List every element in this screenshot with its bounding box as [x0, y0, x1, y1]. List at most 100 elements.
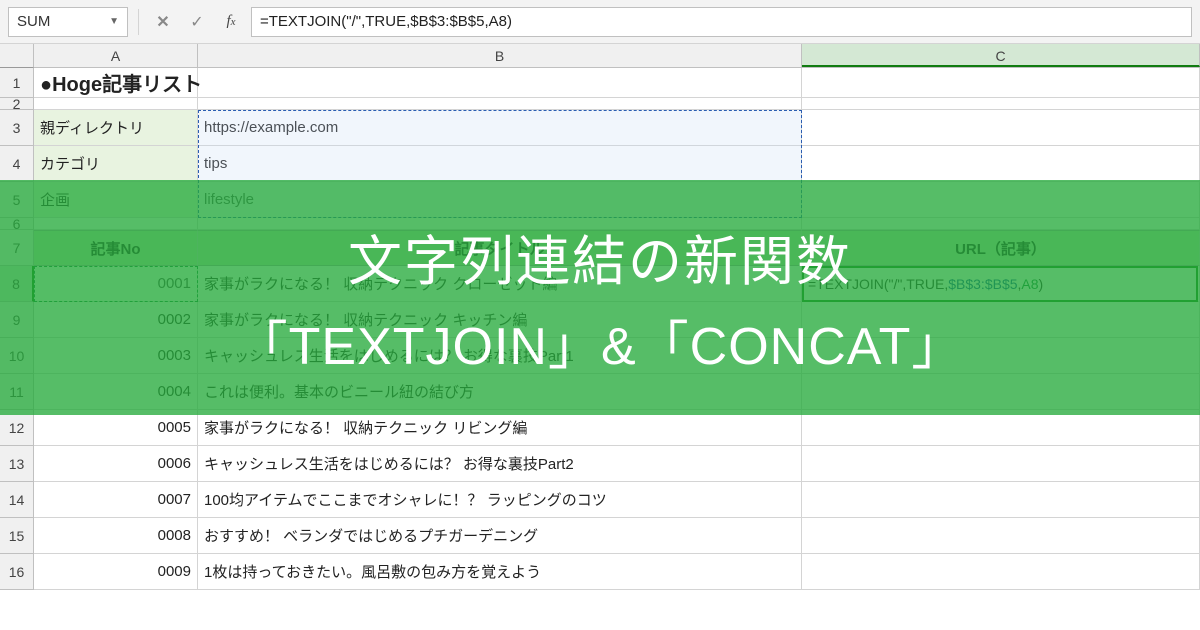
table-row: 9 0002 家事がラクになる！ 収納テクニック キッチン編: [0, 302, 1200, 338]
table-row: 14 0007 100均アイテムでここまでオシャレに！？ ラッピングのコツ: [0, 482, 1200, 518]
cell[interactable]: 家事がラクになる！ 収納テクニック キッチン編: [198, 302, 802, 338]
cell[interactable]: [802, 146, 1200, 182]
cell[interactable]: [802, 374, 1200, 410]
spreadsheet: A B C 1 ●Hoge記事リスト 2 3 親ディレクトリ https://e…: [0, 44, 1200, 590]
cell[interactable]: [802, 98, 1200, 110]
cell[interactable]: [198, 218, 802, 230]
divider: [138, 9, 139, 35]
row-header[interactable]: 9: [0, 302, 34, 338]
cell[interactable]: [802, 182, 1200, 218]
title-text: ●Hoge記事リスト: [40, 68, 202, 97]
cell[interactable]: キャッシュレス生活をはじめるには？ お得な裏技Part1: [198, 338, 802, 374]
row-header[interactable]: 5: [0, 182, 34, 218]
cell[interactable]: https://example.com: [198, 110, 802, 146]
table-row: 2: [0, 98, 1200, 110]
cell[interactable]: lifestyle: [198, 182, 802, 218]
active-cell[interactable]: =TEXTJOIN("/",TRUE,$B$3:$B$5,A8): [802, 266, 1200, 302]
cancel-button[interactable]: ✕: [149, 8, 177, 36]
cell[interactable]: [198, 98, 802, 110]
formula-ref: A8: [1021, 276, 1038, 292]
table-row: 1 ●Hoge記事リスト: [0, 68, 1200, 98]
row-header[interactable]: 10: [0, 338, 34, 374]
table-row: 3 親ディレクトリ https://example.com: [0, 110, 1200, 146]
table-row: 11 0004 これは便利。基本のビニール紐の結び方: [0, 374, 1200, 410]
formula-input[interactable]: =TEXTJOIN("/",TRUE,$B$3:$B$5,A8): [251, 7, 1192, 37]
row-header[interactable]: 16: [0, 554, 34, 590]
select-all-corner[interactable]: [0, 44, 34, 68]
cell[interactable]: 1枚は持っておきたい。風呂敷の包み方を覚えよう: [198, 554, 802, 590]
table-row: 8 0001 家事がラクになる！ 収納テクニック クローゼット編 =TEXTJO…: [0, 266, 1200, 302]
row-header[interactable]: 8: [0, 266, 34, 302]
cell[interactable]: おすすめ！ ベランダではじめるプチガーデニング: [198, 518, 802, 554]
cell[interactable]: 100均アイテムでここまでオシャレに！？ ラッピングのコツ: [198, 482, 802, 518]
table-row: 12 0005 家事がラクになる！ 収納テクニック リビング編: [0, 410, 1200, 446]
cell[interactable]: [34, 218, 198, 230]
cell[interactable]: 0008: [34, 518, 198, 554]
cell[interactable]: カテゴリ: [34, 146, 198, 182]
row-header[interactable]: 13: [0, 446, 34, 482]
cell[interactable]: 記事No: [34, 230, 198, 266]
table-row: 5 企画 lifestyle: [0, 182, 1200, 218]
cell[interactable]: 0004: [34, 374, 198, 410]
row-header[interactable]: 15: [0, 518, 34, 554]
row-header[interactable]: 4: [0, 146, 34, 182]
cell[interactable]: [802, 410, 1200, 446]
table-row: 16 0009 1枚は持っておきたい。風呂敷の包み方を覚えよう: [0, 554, 1200, 590]
cell[interactable]: 親ディレクトリ: [34, 110, 198, 146]
row-header[interactable]: 14: [0, 482, 34, 518]
table-row: 13 0006 キャッシュレス生活をはじめるには？ お得な裏技Part2: [0, 446, 1200, 482]
formula-part: ): [1039, 276, 1044, 292]
cell[interactable]: [802, 110, 1200, 146]
formula-text: =TEXTJOIN("/",TRUE,$B$3:$B$5,A8): [260, 13, 512, 30]
row-header[interactable]: 2: [0, 98, 34, 110]
cell[interactable]: [802, 338, 1200, 374]
col-header-c[interactable]: C: [802, 44, 1200, 67]
cell[interactable]: 0003: [34, 338, 198, 374]
cell[interactable]: [802, 218, 1200, 230]
cell[interactable]: 0005: [34, 410, 198, 446]
confirm-button[interactable]: ✓: [183, 8, 211, 36]
name-box-dropdown-icon[interactable]: ▼: [109, 16, 119, 27]
cell[interactable]: キャッシュレス生活をはじめるには？ お得な裏技Part2: [198, 446, 802, 482]
col-header-a[interactable]: A: [34, 44, 198, 67]
name-box[interactable]: SUM ▼: [8, 7, 128, 37]
cell[interactable]: 家事がラクになる！ 収納テクニック リビング編: [198, 410, 802, 446]
name-box-value: SUM: [17, 13, 109, 30]
cell[interactable]: 家事がラクになる！ 収納テクニック クローゼット編: [198, 266, 802, 302]
table-row: 7 記事No 記事タイトル URL（記事）: [0, 230, 1200, 266]
col-header-b[interactable]: B: [198, 44, 802, 67]
cell[interactable]: 0002: [34, 302, 198, 338]
cell[interactable]: tips: [198, 146, 802, 182]
cell[interactable]: [802, 446, 1200, 482]
cell[interactable]: [802, 302, 1200, 338]
cell[interactable]: [802, 482, 1200, 518]
table-row: 4 カテゴリ tips: [0, 146, 1200, 182]
row-header[interactable]: 1: [0, 68, 34, 98]
cell[interactable]: これは便利。基本のビニール紐の結び方: [198, 374, 802, 410]
fx-button[interactable]: fx: [217, 8, 245, 36]
cell[interactable]: [34, 98, 198, 110]
cell[interactable]: 0009: [34, 554, 198, 590]
cell[interactable]: ●Hoge記事リスト: [34, 68, 198, 98]
cell[interactable]: [802, 68, 1200, 98]
cell[interactable]: URL（記事）: [802, 230, 1200, 266]
row-header[interactable]: 11: [0, 374, 34, 410]
table-row: 6: [0, 218, 1200, 230]
row-header[interactable]: 12: [0, 410, 34, 446]
row-header[interactable]: 3: [0, 110, 34, 146]
cell[interactable]: [198, 68, 802, 98]
cell[interactable]: 0006: [34, 446, 198, 482]
cell[interactable]: [802, 518, 1200, 554]
table-row: 10 0003 キャッシュレス生活をはじめるには？ お得な裏技Part1: [0, 338, 1200, 374]
cell[interactable]: [802, 554, 1200, 590]
cell[interactable]: 0007: [34, 482, 198, 518]
cell[interactable]: 記事タイトル: [198, 230, 802, 266]
rows: 1 ●Hoge記事リスト 2 3 親ディレクトリ https://example…: [0, 68, 1200, 590]
row-header[interactable]: 7: [0, 230, 34, 266]
formula-bar: SUM ▼ ✕ ✓ fx =TEXTJOIN("/",TRUE,$B$3:$B$…: [0, 0, 1200, 44]
formula-part: =TEXTJOIN("/",TRUE,: [808, 276, 948, 292]
cell[interactable]: 0001: [34, 266, 198, 302]
formula-ref: $B$3:$B$5: [948, 276, 1017, 292]
cell[interactable]: 企画: [34, 182, 198, 218]
row-header[interactable]: 6: [0, 218, 34, 230]
